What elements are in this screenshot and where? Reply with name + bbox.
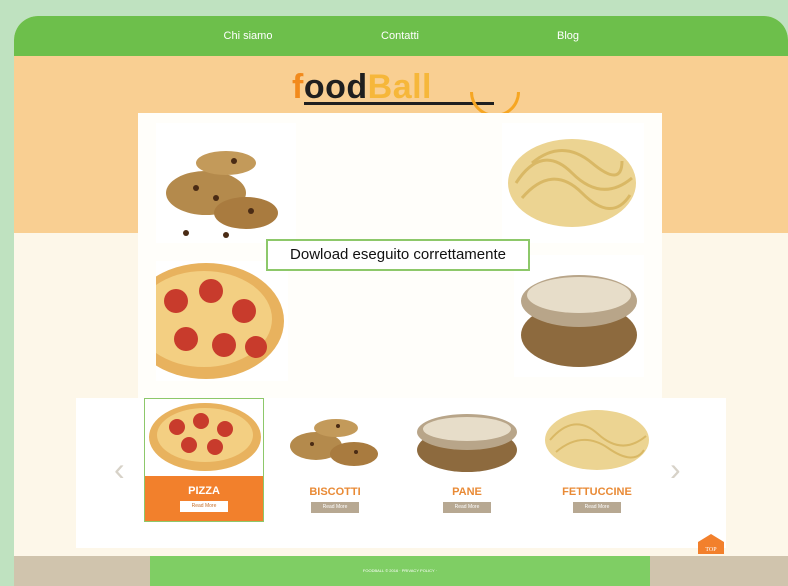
footer-right [650, 556, 788, 586]
logo-text-ood: ood [303, 68, 368, 106]
read-more-button[interactable]: Read More [573, 502, 621, 513]
card-label: FETTUCCINE [562, 486, 632, 498]
pizza-thumb [145, 399, 263, 476]
read-more-button[interactable]: Read More [180, 501, 228, 512]
card-label: BISCOTTI [309, 486, 361, 498]
card-biscotti[interactable]: BISCOTTI Read More [276, 402, 394, 520]
download-toast: Dowload eseguito correttamente [266, 239, 530, 271]
page-frame: Chi siamo Contatti Blog foodBall Dowload… [14, 16, 788, 586]
card-label: PIZZA [188, 485, 220, 497]
top-button[interactable]: TOP [698, 534, 724, 554]
pasta-thumb [538, 402, 656, 479]
nav-contatti[interactable]: Contatti [340, 16, 460, 56]
nav-chi-siamo[interactable]: Chi siamo [188, 16, 308, 56]
logo-letter-f: f [292, 68, 304, 106]
nav-blog[interactable]: Blog [508, 16, 628, 56]
logo-underline [304, 102, 494, 105]
read-more-button[interactable]: Read More [443, 502, 491, 513]
top-nav: Chi siamo Contatti Blog [14, 16, 788, 56]
svg-text:TOP: TOP [705, 547, 717, 553]
chevron-right-icon[interactable]: › [670, 451, 681, 488]
footer: FOODBALL © 2016 · PRIVACY POLICY · [150, 556, 650, 586]
slider-dots[interactable] [620, 103, 660, 116]
bread-thumb [408, 402, 526, 479]
pizza-image [156, 261, 288, 381]
cookies-thumb [276, 402, 394, 479]
chevron-left-icon[interactable]: ‹ [114, 451, 125, 488]
pasta-image [502, 123, 644, 243]
read-more-button[interactable]: Read More [311, 502, 359, 513]
footer-left [14, 556, 150, 586]
bread-image [514, 255, 644, 377]
cookies-image [156, 123, 296, 243]
logo-text-ball: Ball [367, 68, 432, 106]
card-pizza[interactable]: PIZZA Read More [144, 398, 264, 522]
card-label: PANE [452, 486, 482, 498]
card-pane[interactable]: PANE Read More [408, 402, 526, 520]
card-fettuccine[interactable]: FETTUCCINE Read More [538, 402, 656, 520]
